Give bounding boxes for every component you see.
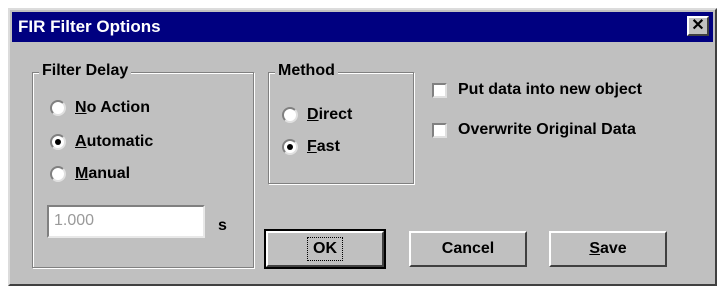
method-label: Method — [275, 62, 338, 80]
delay-unit-label: s — [218, 217, 227, 234]
radio-automatic[interactable]: Automatic — [50, 130, 153, 154]
checkbox-row-new-object[interactable]: Put data into new object — [432, 78, 642, 102]
radio-direct[interactable]: Direct — [282, 103, 352, 127]
ok-button[interactable]: OK — [264, 229, 386, 269]
checkbox-row-overwrite[interactable]: Overwrite Original Data — [432, 118, 636, 142]
radio-button-no-action[interactable] — [50, 100, 66, 116]
ok-button-label: OK — [307, 237, 343, 261]
radio-button-direct[interactable] — [282, 107, 298, 123]
dialog-title: FIR Filter Options — [18, 17, 161, 36]
cancel-button[interactable]: Cancel — [409, 231, 527, 267]
save-button-label: Save — [589, 240, 627, 257]
radio-button-fast[interactable] — [282, 139, 298, 155]
checkbox-label-overwrite: Overwrite Original Data — [458, 121, 636, 138]
radio-label-no-action: No Action — [75, 99, 150, 116]
checkbox-label-new-object: Put data into new object — [458, 81, 643, 98]
filter-delay-input[interactable]: 1.000 — [47, 205, 205, 238]
radio-label-direct: Direct — [307, 106, 353, 123]
fir-filter-options-dialog: FIR Filter Options ✕ Filter Delay No Act… — [8, 8, 717, 286]
radio-label-manual: Manual — [75, 165, 131, 182]
radio-label-automatic: Automatic — [75, 133, 154, 150]
close-icon: ✕ — [691, 17, 705, 34]
radio-button-manual[interactable] — [50, 166, 66, 182]
radio-no-action[interactable]: No Action — [50, 96, 150, 120]
close-button[interactable]: ✕ — [687, 16, 709, 36]
checkbox-overwrite[interactable] — [432, 122, 447, 138]
cancel-button-label: Cancel — [441, 240, 495, 257]
radio-fast[interactable]: Fast — [282, 135, 340, 159]
radio-manual[interactable]: Manual — [50, 162, 130, 186]
method-group: Method — [268, 62, 414, 184]
checkbox-new-object[interactable] — [432, 82, 447, 98]
title-bar[interactable]: FIR Filter Options ✕ — [12, 12, 713, 42]
radio-label-fast: Fast — [307, 138, 340, 155]
save-button[interactable]: Save — [549, 231, 667, 267]
filter-delay-label: Filter Delay — [39, 62, 132, 80]
radio-button-automatic[interactable] — [50, 134, 66, 150]
